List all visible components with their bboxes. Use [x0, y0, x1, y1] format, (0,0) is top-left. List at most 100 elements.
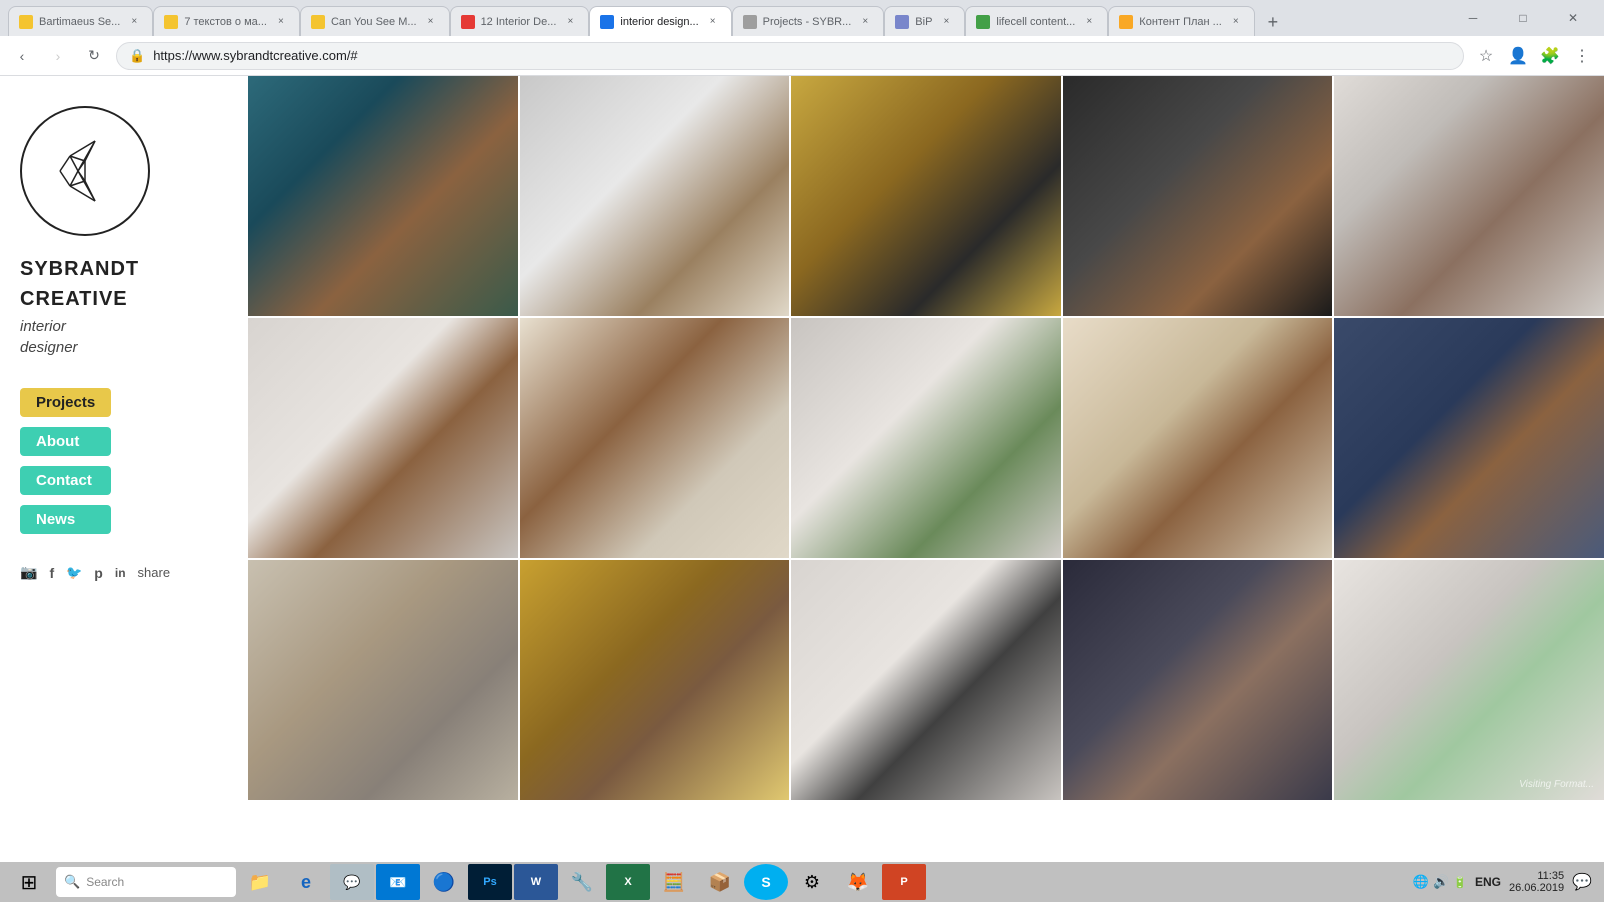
gallery-image-6 — [248, 318, 518, 558]
taskbar-app-8[interactable]: 🔧 — [560, 864, 604, 900]
reload-button[interactable]: ↻ — [80, 42, 108, 70]
tab-label: BiP — [915, 16, 932, 28]
gallery-image-3 — [791, 76, 1061, 316]
tab-content-plan[interactable]: Контент План ... × — [1108, 6, 1255, 36]
tab-sybrandt[interactable]: interior design... × — [589, 6, 731, 36]
taskbar-app-chrome[interactable]: 🔵 — [422, 864, 466, 900]
tab-close[interactable]: × — [1228, 14, 1244, 30]
linkedin-icon[interactable]: in — [115, 566, 126, 580]
gallery-item-11[interactable] — [248, 560, 518, 800]
clock-date: 26.06.2019 — [1509, 882, 1564, 894]
tab-label: Projects - SYBR... — [763, 16, 852, 28]
gallery-item-14[interactable] — [1063, 560, 1333, 800]
taskbar-app-browser2[interactable]: 🦊 — [836, 864, 880, 900]
nav-item-about[interactable]: About — [20, 427, 111, 456]
gallery-item-10[interactable] — [1334, 318, 1604, 558]
start-button[interactable]: ⊞ — [4, 864, 54, 900]
nav-item-news[interactable]: News — [20, 505, 111, 534]
forward-button[interactable]: › — [44, 42, 72, 70]
gallery-image-4 — [1063, 76, 1333, 316]
tab-close[interactable]: × — [1081, 14, 1097, 30]
close-button[interactable]: ✕ — [1550, 3, 1596, 33]
taskbar-app-11[interactable]: 📦 — [698, 864, 742, 900]
gallery-item-13[interactable] — [791, 560, 1061, 800]
twitter-icon[interactable]: 🐦 — [66, 565, 82, 581]
taskbar-app-powerpoint[interactable]: P — [882, 864, 926, 900]
taskbar-app-edge[interactable]: e — [284, 864, 328, 900]
nav-item-contact[interactable]: Contact — [20, 466, 111, 495]
gallery-item-3[interactable] — [791, 76, 1061, 316]
tab-label: 7 текстов о ма... — [184, 16, 267, 28]
tab-label: 12 Interior De... — [481, 16, 557, 28]
page-content: SYBRANDT CREATIVE interior designer Proj… — [0, 76, 1604, 858]
gallery-item-9[interactable] — [1063, 318, 1333, 558]
tab-lifecell[interactable]: lifecell content... × — [965, 6, 1108, 36]
extensions-icon[interactable]: 🧩 — [1536, 42, 1564, 70]
gallery-item-8[interactable] — [791, 318, 1061, 558]
tab-close[interactable]: × — [423, 14, 439, 30]
taskbar-app-calculator[interactable]: 🧮 — [652, 864, 696, 900]
gallery-item-1[interactable] — [248, 76, 518, 316]
url-bar[interactable]: 🔒 https://www.sybrandtcreative.com/# — [116, 42, 1464, 70]
menu-icon[interactable]: ⋮ — [1568, 42, 1596, 70]
gallery-item-4[interactable] — [1063, 76, 1333, 316]
battery-icon[interactable]: 🔋 — [1453, 876, 1467, 889]
tab-close[interactable]: × — [562, 14, 578, 30]
gallery-item-5[interactable] — [1334, 76, 1604, 316]
tab-favicon — [600, 15, 614, 29]
share-link[interactable]: share — [138, 565, 171, 580]
gallery-item-12[interactable] — [520, 560, 790, 800]
tab-label: lifecell content... — [996, 16, 1075, 28]
gallery-image-5 — [1334, 76, 1604, 316]
maximize-button[interactable]: □ — [1500, 3, 1546, 33]
taskbar-apps: 📁 e 💬 📧 🔵 Ps W 🔧 X 🧮 📦 S ⚙ 🦊 P — [238, 864, 1403, 900]
tab-close[interactable]: × — [938, 14, 954, 30]
taskbar-app-files[interactable]: 📁 — [238, 864, 282, 900]
taskbar-app-3[interactable]: 💬 — [330, 864, 374, 900]
taskbar-search[interactable]: 🔍 Search — [56, 867, 236, 897]
instagram-icon[interactable]: 📷 — [20, 564, 37, 581]
taskbar-app-settings[interactable]: ⚙ — [790, 864, 834, 900]
language-indicator[interactable]: ENG — [1475, 875, 1501, 889]
tab-close[interactable]: × — [857, 14, 873, 30]
back-button[interactable]: ‹ — [8, 42, 36, 70]
tab-canyousee[interactable]: Can You See M... × — [300, 6, 450, 36]
facebook-icon[interactable]: f — [49, 565, 54, 581]
gallery-image-15 — [1334, 560, 1604, 800]
taskbar-clock[interactable]: 11:35 26.06.2019 — [1509, 870, 1564, 894]
gallery-image-1 — [248, 76, 518, 316]
tab-close[interactable]: × — [705, 14, 721, 30]
tab-projects[interactable]: Projects - SYBR... × — [732, 6, 885, 36]
brand-name-line2: CREATIVE — [20, 286, 128, 312]
bookmark-star-icon[interactable]: ☆ — [1472, 42, 1500, 70]
tab-7texts[interactable]: 7 текстов о ма... × — [153, 6, 300, 36]
tab-label: Контент План ... — [1139, 16, 1222, 28]
taskbar-app-outlook[interactable]: 📧 — [376, 864, 420, 900]
gallery-item-2[interactable] — [520, 76, 790, 316]
tab-interior-design[interactable]: 12 Interior De... × — [450, 6, 590, 36]
minimize-button[interactable]: ─ — [1450, 3, 1496, 33]
social-icons: 📷 f 🐦 p in share — [20, 564, 170, 581]
taskbar-app-word[interactable]: W — [514, 864, 558, 900]
taskbar-app-skype[interactable]: S — [744, 864, 788, 900]
taskbar-app-photoshop[interactable]: Ps — [468, 864, 512, 900]
profile-icon[interactable]: 👤 — [1504, 42, 1532, 70]
gallery-item-15[interactable]: Visiting Format... — [1334, 560, 1604, 800]
tab-close[interactable]: × — [273, 14, 289, 30]
notification-button[interactable]: 💬 — [1572, 872, 1592, 892]
volume-icon[interactable]: 🔊 — [1433, 874, 1449, 890]
network-icon[interactable]: 🌐 — [1413, 874, 1429, 890]
tab-bartimaeus[interactable]: Bartimaeus Se... × — [8, 6, 153, 36]
taskbar-app-excel[interactable]: X — [606, 864, 650, 900]
pinterest-icon[interactable]: p — [94, 565, 103, 581]
new-tab-button[interactable]: + — [1259, 8, 1287, 36]
toolbar-icons: ☆ 👤 🧩 ⋮ — [1472, 42, 1596, 70]
browser-titlebar: Bartimaeus Se... × 7 текстов о ма... × C… — [0, 0, 1604, 36]
tab-favicon — [461, 15, 475, 29]
tab-bip[interactable]: BiP × — [884, 6, 965, 36]
tab-label: interior design... — [620, 16, 698, 28]
gallery-item-7[interactable] — [520, 318, 790, 558]
tab-close[interactable]: × — [126, 14, 142, 30]
nav-item-projects[interactable]: Projects — [20, 388, 111, 417]
gallery-item-6[interactable] — [248, 318, 518, 558]
